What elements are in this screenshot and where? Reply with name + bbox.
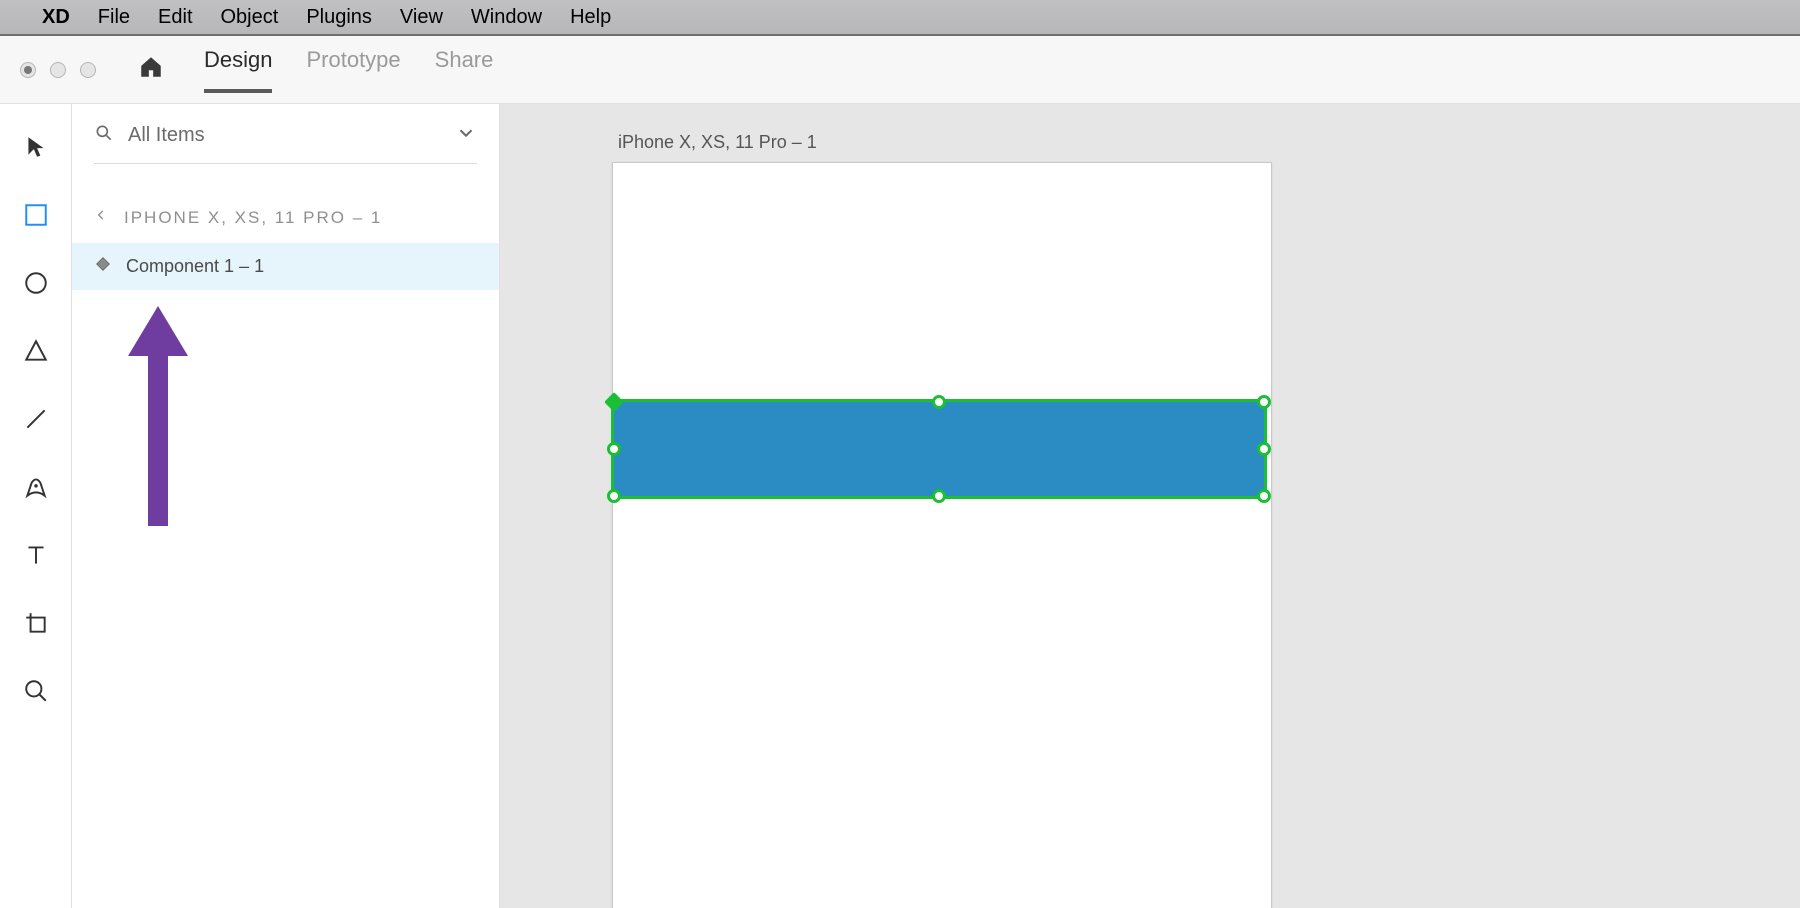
text-tool[interactable] — [21, 540, 51, 570]
component-origin-handle[interactable] — [604, 392, 624, 412]
tab-share[interactable]: Share — [435, 47, 494, 93]
line-tool[interactable] — [21, 404, 51, 434]
layer-item-component[interactable]: Component 1 – 1 — [72, 243, 499, 290]
select-tool[interactable] — [21, 132, 51, 162]
breadcrumb-label: IPHONE X, XS, 11 PRO – 1 — [124, 208, 382, 228]
layers-filter-label: All Items — [128, 124, 441, 147]
window-zoom-button[interactable] — [80, 62, 96, 78]
polygon-tool[interactable] — [21, 336, 51, 366]
menu-help[interactable]: Help — [570, 6, 611, 29]
artboard-tool[interactable] — [21, 608, 51, 638]
resize-handle-ne[interactable] — [1257, 395, 1271, 409]
macos-menubar: XD File Edit Object Plugins View Window … — [0, 0, 1800, 36]
layers-filter[interactable]: All Items — [94, 122, 477, 164]
menu-file[interactable]: File — [98, 6, 130, 29]
home-button[interactable] — [138, 54, 164, 85]
resize-handle-e[interactable] — [1257, 442, 1271, 456]
window-minimize-button[interactable] — [50, 62, 66, 78]
resize-handle-s[interactable] — [932, 489, 946, 503]
canvas[interactable]: iPhone X, XS, 11 Pro – 1 — [500, 104, 1800, 908]
chevron-down-icon[interactable] — [455, 122, 477, 149]
menu-window[interactable]: Window — [471, 6, 542, 29]
menu-plugins[interactable]: Plugins — [306, 6, 372, 29]
menu-edit[interactable]: Edit — [158, 6, 192, 29]
artboard-title[interactable]: iPhone X, XS, 11 Pro – 1 — [618, 132, 817, 153]
rectangle-tool[interactable] — [21, 200, 51, 230]
resize-handle-n[interactable] — [932, 395, 946, 409]
component-icon — [94, 255, 112, 278]
mode-tabs: Design Prototype Share — [204, 47, 493, 93]
app-window: Design Prototype Share — [0, 36, 1800, 908]
menu-object[interactable]: Object — [221, 6, 279, 29]
tab-prototype[interactable]: Prototype — [306, 47, 400, 93]
resize-handle-sw[interactable] — [607, 489, 621, 503]
chevron-left-icon — [94, 206, 108, 229]
app-menu[interactable]: XD — [42, 6, 70, 29]
artboard-breadcrumb[interactable]: IPHONE X, XS, 11 PRO – 1 — [72, 164, 499, 243]
pen-tool[interactable] — [21, 472, 51, 502]
artboard[interactable] — [612, 162, 1272, 908]
zoom-tool[interactable] — [21, 676, 51, 706]
tool-column — [0, 104, 72, 908]
search-icon — [94, 123, 114, 148]
resize-handle-w[interactable] — [607, 442, 621, 456]
ellipse-tool[interactable] — [21, 268, 51, 298]
menu-view[interactable]: View — [400, 6, 443, 29]
resize-handle-se[interactable] — [1257, 489, 1271, 503]
window-close-button[interactable] — [20, 62, 36, 78]
app-toolbar: Design Prototype Share — [0, 36, 1800, 104]
selected-component[interactable] — [611, 399, 1267, 499]
tab-design[interactable]: Design — [204, 47, 272, 93]
layers-panel: All Items IPHONE X, XS, 11 PRO – 1 Compo… — [72, 104, 500, 908]
layer-item-label: Component 1 – 1 — [126, 256, 264, 277]
